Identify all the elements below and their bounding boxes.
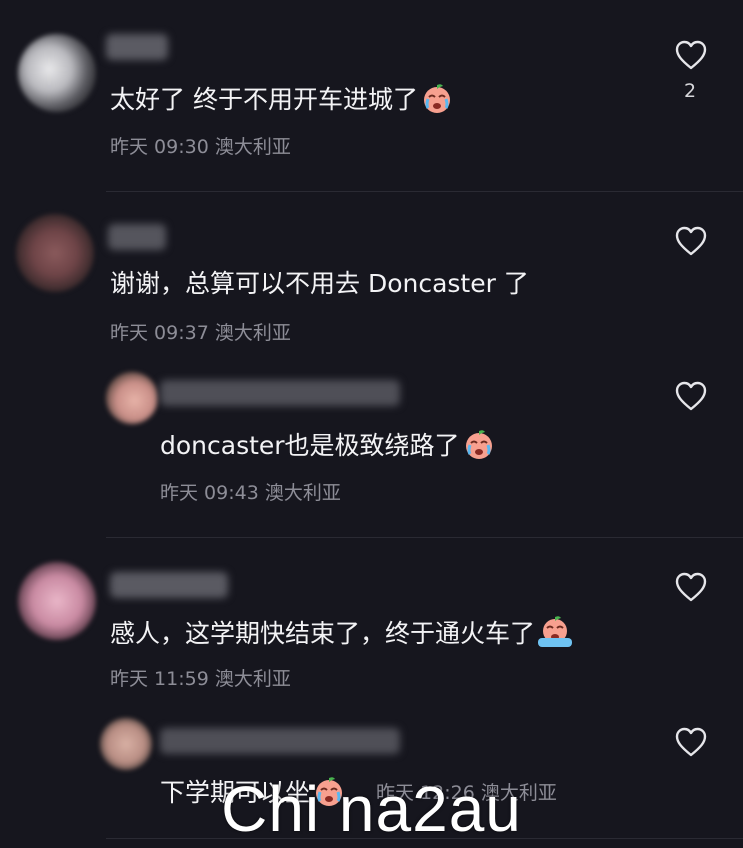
avatar[interactable] (16, 214, 94, 292)
heart-icon[interactable] (675, 572, 707, 602)
username-blurred[interactable] (160, 728, 400, 754)
avatar[interactable] (18, 562, 96, 640)
avatar[interactable] (106, 372, 158, 424)
username-blurred[interactable] (106, 34, 168, 60)
comment-text: 太好了 终于不用开车进城了 (110, 82, 454, 122)
comment-meta: 昨天 09:30 澳大利亚 (110, 136, 291, 158)
heart-icon[interactable] (675, 381, 707, 411)
comment-text: 谢谢，总算可以不用去 Doncaster 了 (110, 269, 529, 298)
avatar[interactable] (100, 718, 152, 770)
reply-text: doncaster也是极致绕路了 (160, 428, 496, 468)
avatar[interactable] (18, 34, 96, 112)
divider (106, 537, 743, 538)
crying-face-icon (462, 428, 496, 468)
divider (106, 191, 743, 192)
watermark: Chi na2au (221, 773, 522, 845)
comment-meta: 昨天 09:37 澳大利亚 (110, 322, 291, 344)
username-blurred[interactable] (108, 224, 166, 250)
like-count: 2 (684, 80, 697, 102)
reply-meta: 昨天 09:43 澳大利亚 (160, 482, 341, 504)
username-blurred[interactable] (110, 572, 228, 598)
comment-text: 感人，这学期快结束了，终于通火车了 (110, 616, 573, 656)
heart-icon[interactable] (675, 727, 707, 757)
loudly-crying-face-icon (537, 616, 573, 656)
username-blurred[interactable] (160, 380, 400, 406)
comment-meta: 昨天 11:59 澳大利亚 (110, 668, 291, 690)
heart-icon[interactable] (675, 226, 707, 256)
heart-icon[interactable] (675, 40, 707, 70)
crying-face-icon (420, 82, 454, 122)
